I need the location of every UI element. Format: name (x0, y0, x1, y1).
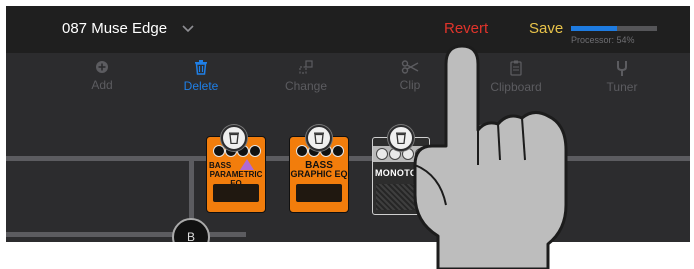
pointing-hand-icon (413, 44, 568, 269)
